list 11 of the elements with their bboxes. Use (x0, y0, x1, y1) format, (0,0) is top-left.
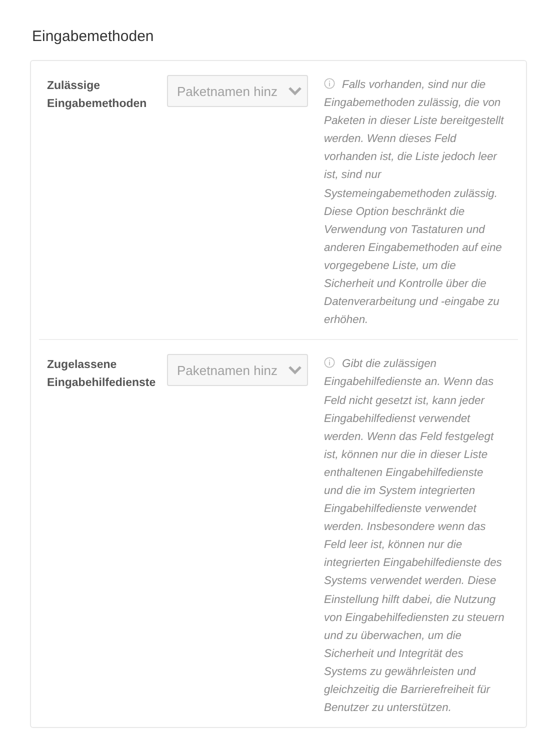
info-icon (324, 357, 335, 368)
package-select[interactable]: Paketnamen hinz (167, 75, 308, 107)
setting-label: Zulässige Eingabemethoden (47, 79, 148, 112)
setting-description: Falls vorhanden, sind nur die Eingabemethoden zulässig, die von Paketen in dieser Liste bereitgestellt werden. Wenn dieses Feld vorhanden ist, die Liste jedoch leer ist, sind nur Systemeingabemethoden zulässig. Diese Option beschränkt die Verwendung von Tastaturen und anderen Eingabemethoden auf eine vorgegebene Liste, um die Sicherheit und Kontrolle über die Datenverarbeitung und -eingabe zu erhöhen. (324, 77, 505, 328)
package-select[interactable]: Paketnamen hinz (167, 354, 308, 386)
section-title: Eingabemethoden (32, 28, 155, 45)
setting-description: Gibt die zulässigen Eingabehilfedienste an. Wenn das Feld nicht gesetzt ist, kann jeder Eingabehilfedienst verwendet werden. Wenn das Feld festgelegt ist, können nur die in dieser Liste enthaltenen Eingabehilfedienste und die im System integrierten Eingabehilfedienste verwendet werden. Insbesondere wenn das Feld leer ist, können nur die integrierten Eingabehilfedienste des Systems verwendet werden. Diese Einstellung hilft dabei, die Nutzung von Eingabehilfediensten zu steuern und zu überwachen, um die Sicherheit und Integrität des Systems zu gewährleisten und gleichzeitig die Barrierefreiheit für Benutzer zu unterstützen. (324, 356, 505, 716)
setting-label: Zugelassene Eingabehilfedienste (47, 358, 157, 392)
chevron-down-icon (288, 86, 302, 96)
chevron-down-icon (288, 365, 302, 376)
info-icon (324, 78, 335, 89)
